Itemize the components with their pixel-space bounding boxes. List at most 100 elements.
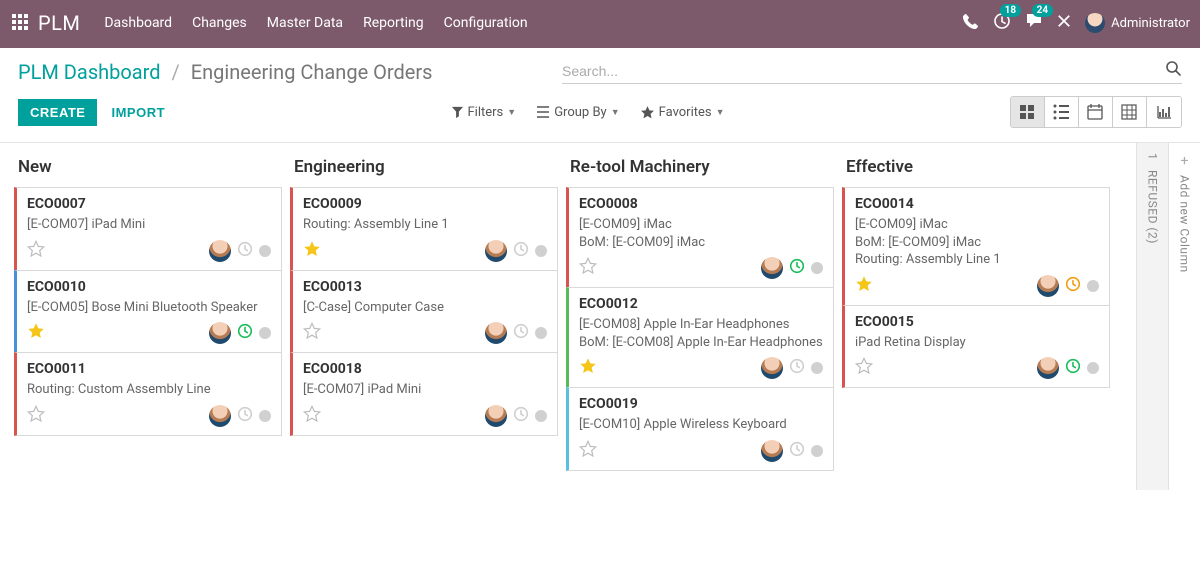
- state-dot[interactable]: [259, 245, 271, 257]
- card-footer: [27, 405, 271, 427]
- kanban-card[interactable]: ECO0019 [E-COM10] Apple Wireless Keyboar…: [566, 387, 834, 471]
- view-list[interactable]: [1045, 97, 1079, 127]
- phone-icon[interactable]: [962, 13, 979, 34]
- activities-icon[interactable]: 18: [993, 12, 1011, 34]
- view-pivot[interactable]: [1113, 97, 1147, 127]
- column-title[interactable]: Engineering: [290, 157, 558, 187]
- assignee-avatar[interactable]: [1037, 357, 1059, 379]
- star-toggle[interactable]: [579, 257, 597, 279]
- kanban-card[interactable]: ECO0011 Routing: Custom Assembly Line: [14, 352, 282, 436]
- kanban-card[interactable]: ECO0018 [E-COM07] iPad Mini: [290, 352, 558, 436]
- column-title[interactable]: New: [14, 157, 282, 187]
- activity-clock-icon[interactable]: [789, 441, 805, 461]
- close-icon[interactable]: [1057, 14, 1071, 32]
- kanban-card[interactable]: ECO0008 [E-COM09] iMacBoM: [E-COM09] iMa…: [566, 187, 834, 288]
- state-dot[interactable]: [535, 410, 547, 422]
- assignee-avatar[interactable]: [761, 357, 783, 379]
- star-toggle[interactable]: [855, 275, 873, 297]
- assignee-avatar[interactable]: [761, 440, 783, 462]
- activity-clock-icon[interactable]: [513, 406, 529, 426]
- discuss-icon[interactable]: 24: [1025, 12, 1043, 34]
- groupby-dropdown[interactable]: Group By ▼: [536, 105, 619, 120]
- kanban-card[interactable]: ECO0015 iPad Retina Display: [842, 305, 1110, 389]
- assignee-avatar[interactable]: [485, 322, 507, 344]
- card-line: BoM: [E-COM09] iMac: [579, 234, 823, 252]
- activity-clock-icon[interactable]: [237, 406, 253, 426]
- activity-clock-icon[interactable]: [237, 323, 253, 343]
- filters-dropdown[interactable]: Filters ▼: [451, 105, 517, 120]
- assignee-avatar[interactable]: [209, 405, 231, 427]
- column-title[interactable]: Re-tool Machinery: [566, 157, 834, 187]
- favorites-dropdown[interactable]: Favorites ▼: [640, 105, 725, 120]
- star-toggle[interactable]: [27, 322, 45, 344]
- nav-master-data[interactable]: Master Data: [267, 15, 343, 31]
- activity-clock-icon[interactable]: [513, 323, 529, 343]
- nav-configuration[interactable]: Configuration: [444, 15, 528, 31]
- view-graph[interactable]: [1147, 97, 1181, 127]
- activity-clock-icon[interactable]: [789, 358, 805, 378]
- import-button[interactable]: IMPORT: [111, 105, 165, 120]
- breadcrumb: PLM Dashboard / Engineering Change Order…: [18, 60, 432, 84]
- username: Administrator: [1111, 16, 1190, 31]
- search-wrap: [562, 60, 1182, 84]
- kanban-card[interactable]: ECO0010 [E-COM05] Bose Mini Bluetooth Sp…: [14, 270, 282, 354]
- state-dot[interactable]: [811, 445, 823, 457]
- activity-clock-icon[interactable]: [1065, 276, 1081, 296]
- search-icon[interactable]: [1165, 60, 1182, 81]
- state-dot[interactable]: [811, 362, 823, 374]
- search-input[interactable]: [562, 63, 1165, 79]
- assignee-avatar[interactable]: [485, 240, 507, 262]
- star-toggle[interactable]: [579, 357, 597, 379]
- star-toggle[interactable]: [27, 405, 45, 427]
- kanban-card[interactable]: ECO0014 [E-COM09] iMacBoM: [E-COM09] iMa…: [842, 187, 1110, 306]
- board-wrap: New ECO0007 [E-COM07] iPad Mini ECO0010 …: [0, 143, 1200, 490]
- nav-dashboard[interactable]: Dashboard: [104, 15, 172, 31]
- assignee-avatar[interactable]: [485, 405, 507, 427]
- kanban-card[interactable]: ECO0013 [C-Case] Computer Case: [290, 270, 558, 354]
- assignee-avatar[interactable]: [209, 240, 231, 262]
- nav-reporting[interactable]: Reporting: [363, 15, 424, 31]
- kanban-card[interactable]: ECO0012 [E-COM08] Apple In-Ear Headphone…: [566, 287, 834, 388]
- kanban-card[interactable]: ECO0009 Routing: Assembly Line 1: [290, 187, 558, 271]
- state-dot[interactable]: [811, 262, 823, 274]
- column-title[interactable]: Effective: [842, 157, 1110, 187]
- user-menu[interactable]: Administrator: [1085, 13, 1190, 33]
- star-toggle[interactable]: [303, 240, 321, 262]
- state-dot[interactable]: [535, 245, 547, 257]
- card-line: BoM: [E-COM09] iMac: [855, 234, 1099, 252]
- add-column[interactable]: + Add new Column: [1168, 143, 1200, 490]
- star-toggle[interactable]: [303, 322, 321, 344]
- refused-column-collapsed[interactable]: 1 REFUSED (2): [1136, 143, 1168, 490]
- apps-icon[interactable]: [6, 8, 36, 38]
- state-dot[interactable]: [259, 327, 271, 339]
- card-line: [E-COM10] Apple Wireless Keyboard: [579, 416, 823, 434]
- assignee-avatar[interactable]: [761, 257, 783, 279]
- view-switcher: [1010, 96, 1182, 128]
- activity-clock-icon[interactable]: [1065, 358, 1081, 378]
- assignee-avatar[interactable]: [209, 322, 231, 344]
- state-dot[interactable]: [1087, 362, 1099, 374]
- card-footer: [579, 257, 823, 279]
- app-brand[interactable]: PLM: [38, 11, 80, 35]
- view-kanban[interactable]: [1011, 97, 1045, 127]
- star-toggle[interactable]: [27, 240, 45, 262]
- activity-clock-icon[interactable]: [237, 241, 253, 261]
- actions-row: CREATE IMPORT Filters ▼ Group By ▼ Favor…: [0, 90, 1200, 143]
- star-toggle[interactable]: [579, 440, 597, 462]
- state-dot[interactable]: [535, 327, 547, 339]
- card-code: ECO0011: [27, 361, 271, 377]
- discuss-badge: 24: [1032, 4, 1053, 17]
- state-dot[interactable]: [259, 410, 271, 422]
- create-button[interactable]: CREATE: [18, 99, 97, 126]
- view-calendar[interactable]: [1079, 97, 1113, 127]
- activity-clock-icon[interactable]: [513, 241, 529, 261]
- kanban-card[interactable]: ECO0007 [E-COM07] iPad Mini: [14, 187, 282, 271]
- activity-clock-icon[interactable]: [789, 258, 805, 278]
- star-toggle[interactable]: [855, 357, 873, 379]
- star-toggle[interactable]: [303, 405, 321, 427]
- state-dot[interactable]: [1087, 280, 1099, 292]
- nav-changes[interactable]: Changes: [192, 15, 247, 31]
- assignee-avatar[interactable]: [1037, 275, 1059, 297]
- card-footer: [303, 240, 547, 262]
- breadcrumb-root[interactable]: PLM Dashboard: [18, 60, 161, 84]
